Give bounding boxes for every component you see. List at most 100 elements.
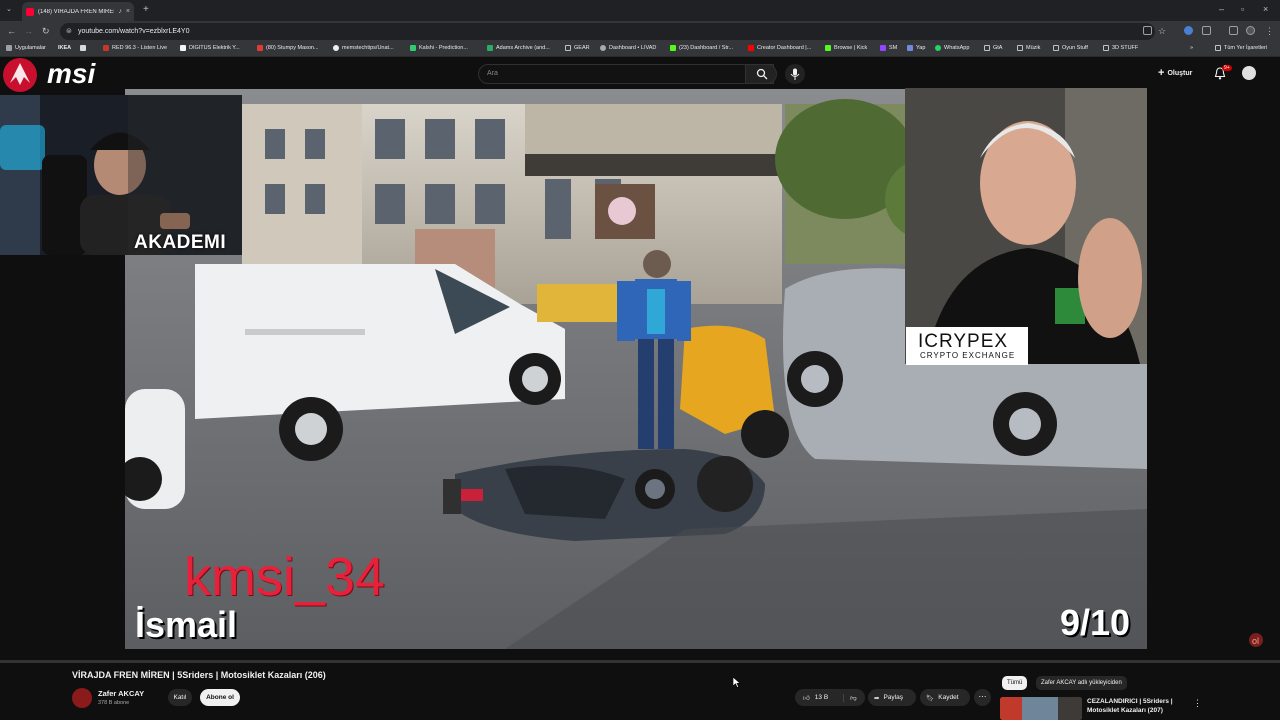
channel-avatar[interactable]: [72, 688, 92, 708]
create-label: Oluştur: [1167, 69, 1193, 77]
bookmark-item[interactable]: Yap: [907, 45, 925, 51]
share-icon: ➦: [874, 694, 880, 702]
site-info-icon[interactable]: ⊜: [66, 27, 72, 35]
thumbs-up-icon: 👍︎: [803, 694, 810, 702]
rating-caption: 9/10: [1060, 602, 1131, 643]
svg-text:msi: msi: [47, 58, 96, 89]
video-progress-bar[interactable]: [0, 660, 1280, 663]
sponsor-tagline: CRYPTO EXCHANGE: [920, 351, 1016, 360]
browser-tab[interactable]: (148) VİRAJDA FREN MİREN ♪ ×: [22, 2, 134, 21]
bookmark-item[interactable]: WhatsApp: [935, 45, 969, 51]
sponsor-logo: ICRYPEX CRYPTO EXCHANGE: [906, 327, 1028, 365]
create-button[interactable]: + Oluştur: [1158, 67, 1192, 79]
chip-all[interactable]: Tümü: [1002, 676, 1028, 690]
bookmark-star-icon[interactable]: ☆: [1158, 26, 1166, 37]
msi-brand-logo: msi: [2, 55, 142, 95]
microphone-icon: [790, 68, 800, 80]
like-count: 13 B: [814, 694, 829, 701]
webcam-frame: [0, 95, 242, 255]
sponsor-name: ICRYPEX: [918, 331, 1009, 352]
subscribe-button[interactable]: Abone ol: [200, 689, 240, 706]
rider-name-caption: kmsi_34: [184, 547, 386, 607]
search-icon: [756, 68, 768, 80]
chip-from-uploader[interactable]: Zafer AKCAY adlı yükleyiciden: [1036, 676, 1127, 690]
account-avatar[interactable]: [1242, 66, 1256, 80]
bookmark-icon: 🔖︎: [926, 694, 935, 702]
bookmark-folder[interactable]: GtA: [984, 45, 1002, 51]
bookmark-item[interactable]: DIGITUS Elektrik Y...: [180, 45, 240, 51]
maximize-icon[interactable]: ▫: [1241, 4, 1244, 14]
bookmark-folder[interactable]: Oyun Stuff: [1053, 45, 1088, 51]
submitter-caption: İsmail: [135, 604, 238, 645]
browser-toolbar: ← → ↻ ⊜ youtube.com/watch?v=ezblxrLE4Y0 …: [0, 21, 1280, 42]
guest-frame: [905, 88, 1147, 364]
bookmark-item[interactable]: Dashboard • LIVAD: [600, 45, 656, 51]
bookmark-folder[interactable]: 3D STUFF: [1103, 45, 1138, 51]
share-button[interactable]: ➦ Paylaş: [868, 689, 916, 706]
bookmark-item[interactable]: Uygulamalar: [6, 45, 46, 51]
notification-badge: 9+: [1222, 65, 1232, 71]
mouse-cursor-icon: [733, 677, 741, 688]
speaker-icon[interactable]: ♪: [118, 8, 122, 15]
sidepanel-icon[interactable]: [1229, 26, 1238, 35]
channel-watermark-icon[interactable]: ol: [1248, 632, 1264, 648]
bookmark-folder[interactable]: Müzik: [1017, 45, 1040, 51]
bookmark-item[interactable]: Creator Dashboard |...: [748, 45, 811, 51]
recommendation-title[interactable]: CEZALANDIRICI | 5Sriders | Motosiklet Ka…: [1087, 697, 1187, 715]
more-actions-button[interactable]: ⋯: [974, 689, 991, 706]
msi-dragon-icon: msi: [3, 58, 96, 92]
bookmark-item[interactable]: [80, 45, 86, 51]
recommendation-menu-icon[interactable]: ⋮: [1193, 698, 1202, 709]
address-bar[interactable]: ⊜ youtube.com/watch?v=ezblxrLE4Y0: [60, 23, 1155, 40]
extensions-puzzle-icon[interactable]: [1202, 26, 1211, 35]
bookmark-item[interactable]: (80) Stumpy Mason...: [257, 45, 319, 51]
bookmark-item[interactable]: IKEA: [58, 45, 71, 51]
close-tab-icon[interactable]: ×: [126, 8, 130, 15]
subscriber-count: 378 B abone: [98, 700, 130, 706]
extension-icon[interactable]: [1184, 26, 1193, 35]
profile-icon[interactable]: [1246, 26, 1255, 35]
youtube-favicon-icon: [26, 7, 34, 16]
url-text: youtube.com/watch?v=ezblxrLE4Y0: [78, 28, 190, 35]
all-bookmarks-folder[interactable]: Tüm Yer İşaretleri: [1215, 45, 1267, 51]
search-placeholder: Ara: [487, 70, 498, 77]
window-close-icon[interactable]: ×: [1263, 4, 1268, 14]
install-app-icon[interactable]: [1143, 26, 1152, 35]
bookmark-item[interactable]: Kalshi - Prediction...: [410, 45, 468, 51]
voice-search-button[interactable]: [785, 64, 805, 84]
bookmark-item[interactable]: SM: [880, 45, 897, 51]
forward-icon[interactable]: →: [24, 26, 33, 36]
bookmarks-overflow-icon[interactable]: »: [1190, 45, 1193, 51]
tab-title: (148) VİRAJDA FREN MİREN: [38, 8, 115, 15]
bookmark-item[interactable]: memstechtips/Unat...: [333, 45, 394, 51]
channel-name[interactable]: Zafer AKCAY: [98, 689, 144, 698]
bookmarks-bar: Uygulamalar IKEA RED 96.3 - Listen Live …: [0, 42, 1280, 57]
reload-icon[interactable]: ↻: [42, 26, 50, 37]
video-title: VİRAJDA FREN MİREN | 5Sriders | Motosikl…: [72, 670, 326, 680]
save-button[interactable]: 🔖︎ Kaydet: [920, 689, 970, 706]
search-button[interactable]: [745, 64, 777, 84]
guest-video-inset: [905, 88, 1147, 364]
bookmark-item[interactable]: RED 96.3 - Listen Live: [103, 45, 167, 51]
bookmark-item[interactable]: Browse | Kick: [825, 45, 867, 51]
bookmark-item[interactable]: (23) Dashboard / Str...: [670, 45, 733, 51]
bookmark-folder[interactable]: GEAR: [565, 45, 590, 51]
share-label: Paylaş: [883, 694, 903, 701]
youtube-header: Ara + Oluştur 9+: [0, 57, 1280, 89]
browser-menu-icon[interactable]: ⋮: [1265, 26, 1274, 37]
search-input[interactable]: Ara: [478, 64, 774, 84]
like-button[interactable]: 👍︎ 13 B 👎︎: [795, 689, 865, 706]
tab-search-icon[interactable]: ⌄: [6, 6, 12, 13]
webcam-label: AKADEMI: [134, 232, 227, 253]
browser-tab-strip: ⌄ (148) VİRAJDA FREN MİREN ♪ × + – ▫ ×: [0, 0, 1280, 21]
minimize-icon[interactable]: –: [1219, 4, 1224, 14]
join-button[interactable]: Katıl: [168, 689, 192, 706]
plus-icon: +: [1158, 67, 1165, 79]
new-tab-icon[interactable]: +: [143, 5, 149, 15]
streamer-webcam: [0, 95, 242, 255]
recommendation-thumbnail[interactable]: [1000, 697, 1082, 720]
back-icon[interactable]: ←: [7, 26, 16, 36]
thumbnail-image: [1000, 697, 1082, 720]
bookmark-item[interactable]: Adams Archive (and...: [487, 45, 550, 51]
dislike-button[interactable]: 👎︎: [843, 693, 857, 702]
